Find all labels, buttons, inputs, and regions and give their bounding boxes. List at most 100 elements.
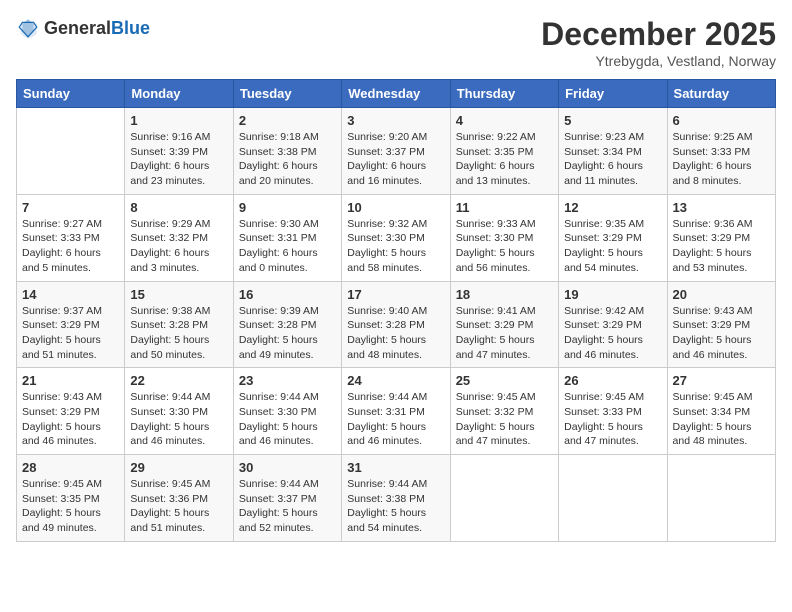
day-number: 27 xyxy=(673,373,770,388)
day-info: Sunrise: 9:16 AMSunset: 3:39 PMDaylight:… xyxy=(130,130,227,189)
day-number: 22 xyxy=(130,373,227,388)
calendar-cell: 5 Sunrise: 9:23 AMSunset: 3:34 PMDaylight… xyxy=(559,108,667,195)
day-number: 28 xyxy=(22,460,119,475)
calendar-cell: 7Sunrise: 9:27 AMSunset: 3:33 PMDaylight… xyxy=(17,194,125,281)
day-number: 14 xyxy=(22,287,119,302)
calendar-cell: 8 Sunrise: 9:29 AMSunset: 3:32 PMDaylight… xyxy=(125,194,233,281)
day-number: 9 xyxy=(239,200,336,215)
day-number: 19 xyxy=(564,287,661,302)
day-number: 25 xyxy=(456,373,553,388)
day-info: Sunrise: 9:35 AMSunset: 3:29 PMDaylight:… xyxy=(564,217,661,276)
calendar-cell: 11 Sunrise: 9:33 AMSunset: 3:30 PMDayligh… xyxy=(450,194,558,281)
calendar-cell: 14 Sunrise: 9:37 AMSunset: 3:29 PMDayligh… xyxy=(17,281,125,368)
calendar-cell: 16 Sunrise: 9:39 AMSunset: 3:28 PMDayligh… xyxy=(233,281,341,368)
day-info: Sunrise: 9:30 AMSunset: 3:31 PMDaylight:… xyxy=(239,217,336,276)
day-info: Sunrise: 9:41 AMSunset: 3:29 PMDaylight:… xyxy=(456,304,553,363)
calendar-cell: 12 Sunrise: 9:35 AMSunset: 3:29 PMDayligh… xyxy=(559,194,667,281)
day-info: Sunrise: 9:39 AMSunset: 3:28 PMDaylight:… xyxy=(239,304,336,363)
header-day-monday: Monday xyxy=(125,80,233,108)
calendar-cell: 19 Sunrise: 9:42 AMSunset: 3:29 PMDayligh… xyxy=(559,281,667,368)
day-number: 31 xyxy=(347,460,444,475)
day-info: Sunrise: 9:42 AMSunset: 3:29 PMDaylight:… xyxy=(564,304,661,363)
header-day-friday: Friday xyxy=(559,80,667,108)
day-number: 13 xyxy=(673,200,770,215)
day-info: Sunrise: 9:29 AMSunset: 3:32 PMDaylight:… xyxy=(130,217,227,276)
header-day-wednesday: Wednesday xyxy=(342,80,450,108)
day-number: 21 xyxy=(22,373,119,388)
day-number: 10 xyxy=(347,200,444,215)
day-info: Sunrise: 9:44 AMSunset: 3:31 PMDaylight:… xyxy=(347,390,444,449)
day-number: 20 xyxy=(673,287,770,302)
day-info: Sunrise: 9:45 AMSunset: 3:35 PMDaylight:… xyxy=(22,477,119,536)
day-info: Sunrise: 9:43 AMSunset: 3:29 PMDaylight:… xyxy=(22,390,119,449)
page-header: GeneralBlue December 2025 Ytrebygda, Ves… xyxy=(16,16,776,69)
day-info: Sunrise: 9:45 AMSunset: 3:32 PMDaylight:… xyxy=(456,390,553,449)
month-title: December 2025 xyxy=(541,16,776,53)
day-info: Sunrise: 9:45 AMSunset: 3:33 PMDaylight:… xyxy=(564,390,661,449)
day-number: 4 xyxy=(456,113,553,128)
calendar-cell: 22 Sunrise: 9:44 AMSunset: 3:30 PMDayligh… xyxy=(125,368,233,455)
logo: GeneralBlue xyxy=(16,16,150,40)
calendar-cell: 27Sunrise: 9:45 AMSunset: 3:34 PMDayligh… xyxy=(667,368,775,455)
header-day-saturday: Saturday xyxy=(667,80,775,108)
calendar-cell: 13 Sunrise: 9:36 AMSunset: 3:29 PMDayligh… xyxy=(667,194,775,281)
calendar-cell: 2 Sunrise: 9:18 AMSunset: 3:38 PMDaylight… xyxy=(233,108,341,195)
day-number: 24 xyxy=(347,373,444,388)
day-number: 12 xyxy=(564,200,661,215)
calendar-week-4: 21 Sunrise: 9:43 AMSunset: 3:29 PMDayligh… xyxy=(17,368,776,455)
calendar-cell: 20 Sunrise: 9:43 AMSunset: 3:29 PMDayligh… xyxy=(667,281,775,368)
calendar-cell: 23Sunrise: 9:44 AMSunset: 3:30 PMDayligh… xyxy=(233,368,341,455)
day-number: 2 xyxy=(239,113,336,128)
calendar-cell: 1Sunrise: 9:16 AMSunset: 3:39 PMDaylight… xyxy=(125,108,233,195)
calendar-week-3: 14 Sunrise: 9:37 AMSunset: 3:29 PMDayligh… xyxy=(17,281,776,368)
calendar-cell: 3Sunrise: 9:20 AMSunset: 3:37 PMDaylight… xyxy=(342,108,450,195)
day-info: Sunrise: 9:44 AMSunset: 3:30 PMDaylight:… xyxy=(239,390,336,449)
day-number: 18 xyxy=(456,287,553,302)
calendar-cell: 17Sunrise: 9:40 AMSunset: 3:28 PMDayligh… xyxy=(342,281,450,368)
calendar-cell: 26 Sunrise: 9:45 AMSunset: 3:33 PMDayligh… xyxy=(559,368,667,455)
title-block: December 2025 Ytrebygda, Vestland, Norwa… xyxy=(541,16,776,69)
subtitle: Ytrebygda, Vestland, Norway xyxy=(541,53,776,69)
day-number: 8 xyxy=(130,200,227,215)
day-info: Sunrise: 9:20 AMSunset: 3:37 PMDaylight:… xyxy=(347,130,444,189)
calendar-cell xyxy=(17,108,125,195)
day-info: Sunrise: 9:36 AMSunset: 3:29 PMDaylight:… xyxy=(673,217,770,276)
calendar-cell: 6Sunrise: 9:25 AMSunset: 3:33 PMDaylight… xyxy=(667,108,775,195)
day-number: 30 xyxy=(239,460,336,475)
day-info: Sunrise: 9:33 AMSunset: 3:30 PMDaylight:… xyxy=(456,217,553,276)
logo-icon xyxy=(16,16,40,40)
day-info: Sunrise: 9:37 AMSunset: 3:29 PMDaylight:… xyxy=(22,304,119,363)
day-info: Sunrise: 9:38 AMSunset: 3:28 PMDaylight:… xyxy=(130,304,227,363)
day-info: Sunrise: 9:23 AMSunset: 3:34 PMDaylight:… xyxy=(564,130,661,189)
calendar-cell: 10 Sunrise: 9:32 AMSunset: 3:30 PMDayligh… xyxy=(342,194,450,281)
day-info: Sunrise: 9:45 AMSunset: 3:36 PMDaylight:… xyxy=(130,477,227,536)
day-number: 7 xyxy=(22,200,119,215)
day-number: 26 xyxy=(564,373,661,388)
calendar-header-row: SundayMondayTuesdayWednesdayThursdayFrid… xyxy=(17,80,776,108)
calendar-cell: 4 Sunrise: 9:22 AMSunset: 3:35 PMDaylight… xyxy=(450,108,558,195)
calendar-cell: 18 Sunrise: 9:41 AMSunset: 3:29 PMDayligh… xyxy=(450,281,558,368)
day-number: 16 xyxy=(239,287,336,302)
day-info: Sunrise: 9:22 AMSunset: 3:35 PMDaylight:… xyxy=(456,130,553,189)
day-number: 11 xyxy=(456,200,553,215)
header-day-tuesday: Tuesday xyxy=(233,80,341,108)
day-info: Sunrise: 9:43 AMSunset: 3:29 PMDaylight:… xyxy=(673,304,770,363)
day-info: Sunrise: 9:44 AMSunset: 3:37 PMDaylight:… xyxy=(239,477,336,536)
calendar-cell: 21 Sunrise: 9:43 AMSunset: 3:29 PMDayligh… xyxy=(17,368,125,455)
calendar-cell: 29Sunrise: 9:45 AMSunset: 3:36 PMDayligh… xyxy=(125,455,233,542)
calendar-cell: 30 Sunrise: 9:44 AMSunset: 3:37 PMDayligh… xyxy=(233,455,341,542)
day-info: Sunrise: 9:44 AMSunset: 3:30 PMDaylight:… xyxy=(130,390,227,449)
calendar-cell xyxy=(559,455,667,542)
day-info: Sunrise: 9:18 AMSunset: 3:38 PMDaylight:… xyxy=(239,130,336,189)
calendar-week-1: 1Sunrise: 9:16 AMSunset: 3:39 PMDaylight… xyxy=(17,108,776,195)
day-number: 6 xyxy=(673,113,770,128)
day-number: 5 xyxy=(564,113,661,128)
calendar-cell: 9 Sunrise: 9:30 AMSunset: 3:31 PMDaylight… xyxy=(233,194,341,281)
logo-text: GeneralBlue xyxy=(44,18,150,39)
day-info: Sunrise: 9:32 AMSunset: 3:30 PMDaylight:… xyxy=(347,217,444,276)
header-day-sunday: Sunday xyxy=(17,80,125,108)
calendar-cell: 31Sunrise: 9:44 AMSunset: 3:38 PMDayligh… xyxy=(342,455,450,542)
header-day-thursday: Thursday xyxy=(450,80,558,108)
calendar-table: SundayMondayTuesdayWednesdayThursdayFrid… xyxy=(16,79,776,542)
calendar-cell xyxy=(667,455,775,542)
